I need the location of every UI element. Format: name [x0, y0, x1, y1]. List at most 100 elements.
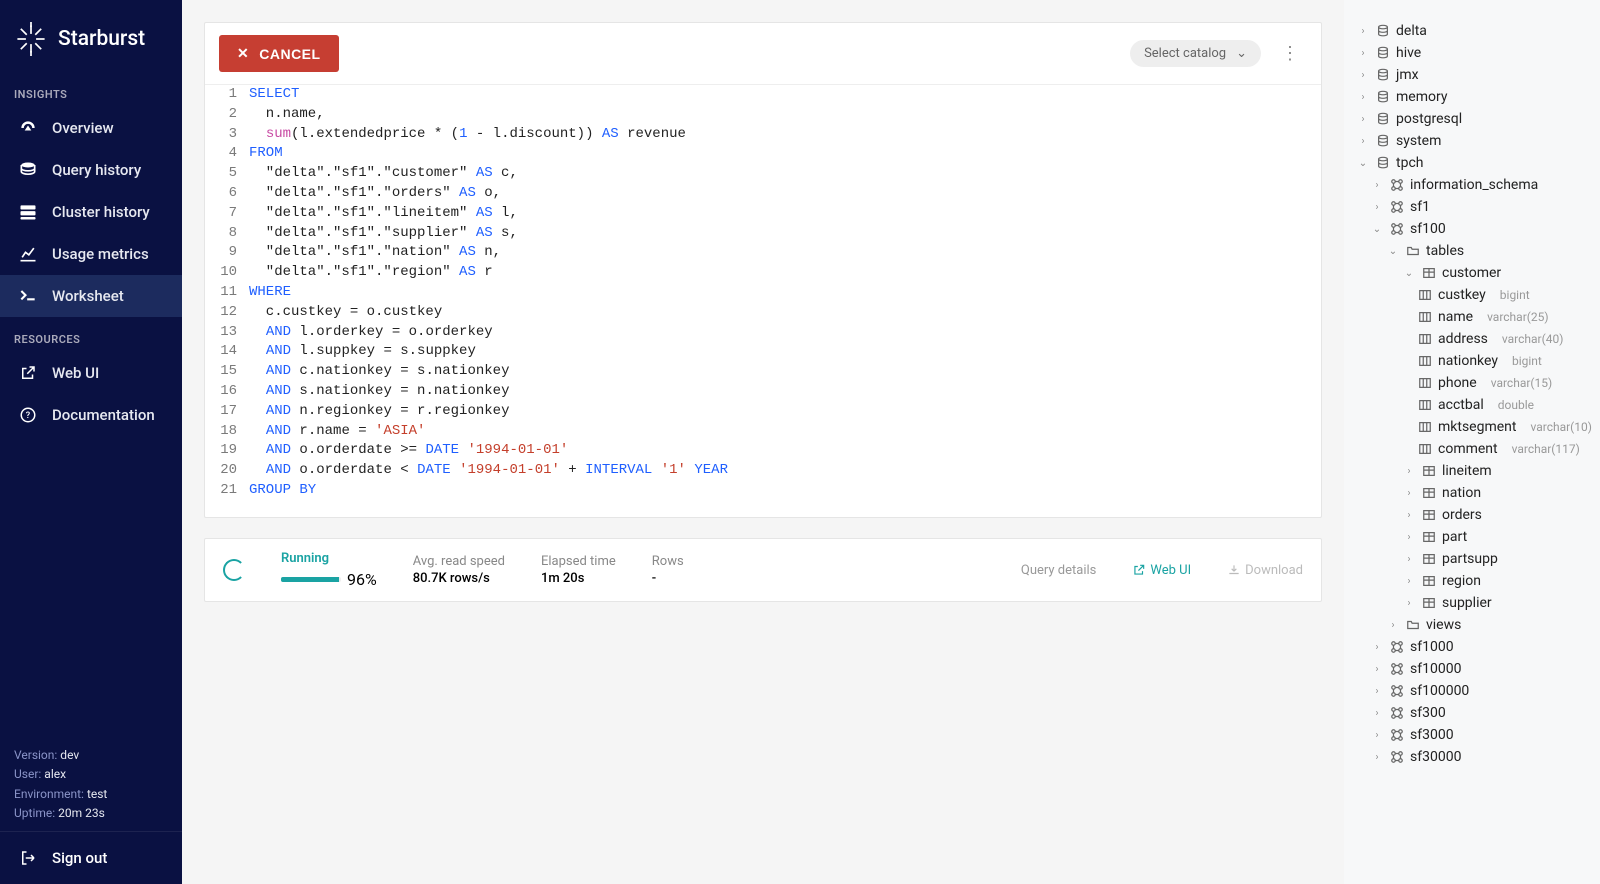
- chevron-right-icon: ›: [1370, 180, 1384, 191]
- tree-catalog-jmx[interactable]: ›jmx: [1354, 64, 1590, 86]
- progress-percent: 96%: [347, 570, 377, 589]
- nav-usage-metrics-label: Usage metrics: [52, 245, 149, 263]
- tree-catalog-postgresql[interactable]: ›postgresql: [1354, 108, 1590, 130]
- query-details-link: Query details: [1021, 563, 1096, 578]
- tree-catalog-memory[interactable]: ›memory: [1354, 86, 1590, 108]
- tree-schema-sf3000[interactable]: ›sf3000: [1354, 724, 1590, 746]
- tree-table-supplier[interactable]: ›supplier: [1354, 592, 1590, 614]
- cancel-button[interactable]: ✕ CANCEL: [219, 35, 339, 72]
- nav-cluster-history-label: Cluster history: [52, 203, 150, 221]
- more-menu-button[interactable]: ⋮: [1273, 39, 1307, 68]
- tree-column-mktsegment[interactable]: mktsegmentvarchar(10): [1354, 416, 1590, 438]
- chevron-right-icon: ›: [1370, 752, 1384, 763]
- terminal-icon: [18, 286, 38, 306]
- table-icon: [1422, 464, 1436, 478]
- column-icon: [1418, 376, 1432, 390]
- more-vertical-icon: ⋮: [1281, 43, 1299, 64]
- column-icon: [1418, 354, 1432, 368]
- tree-column-custkey[interactable]: custkeybigint: [1354, 284, 1590, 306]
- schema-icon: [1390, 640, 1404, 654]
- chevron-right-icon: ›: [1402, 598, 1416, 609]
- database-icon: [1376, 112, 1390, 126]
- user-label: User:: [14, 767, 41, 781]
- database-icon: [1376, 46, 1390, 60]
- main-content: ✕ CANCEL Select catalog ⌄ ⋮ 123456789101…: [182, 0, 1344, 884]
- tree-schema-sf10000[interactable]: ›sf10000: [1354, 658, 1590, 680]
- tree-table-lineitem[interactable]: ›lineitem: [1354, 460, 1590, 482]
- tree-table-partsupp[interactable]: ›partsupp: [1354, 548, 1590, 570]
- table-icon: [1422, 574, 1436, 588]
- tree-schema-sf300[interactable]: ›sf300: [1354, 702, 1590, 724]
- editor-panel: ✕ CANCEL Select catalog ⌄ ⋮ 123456789101…: [204, 22, 1322, 518]
- sidebar: Starburst INSIGHTS Overview Query histor…: [0, 0, 182, 884]
- tree-schema-sf1000[interactable]: ›sf1000: [1354, 636, 1590, 658]
- column-icon: [1418, 398, 1432, 412]
- nav-overview[interactable]: Overview: [0, 107, 182, 149]
- tree-folder-views[interactable]: ›views: [1354, 614, 1590, 636]
- rows-label: Rows: [652, 554, 684, 569]
- tree-folder-tables[interactable]: ⌄tables: [1354, 240, 1590, 262]
- tree-schema-information_schema[interactable]: ›information_schema: [1354, 174, 1590, 196]
- schema-icon: [1390, 178, 1404, 192]
- cancel-label: CANCEL: [259, 46, 320, 62]
- column-icon: [1418, 332, 1432, 346]
- chevron-right-icon: ›: [1356, 70, 1370, 81]
- nav-query-history-label: Query history: [52, 161, 141, 179]
- tree-schema-sf100[interactable]: ⌄sf100: [1354, 218, 1590, 240]
- nav-worksheet[interactable]: Worksheet: [0, 275, 182, 317]
- env-label: Environment:: [14, 787, 84, 801]
- tree-table-nation[interactable]: ›nation: [1354, 482, 1590, 504]
- read-speed-value: 80.7K rows/s: [413, 571, 505, 586]
- read-speed-label: Avg. read speed: [413, 554, 505, 569]
- uptime-value: 20m 23s: [58, 806, 105, 820]
- tree-column-address[interactable]: addressvarchar(40): [1354, 328, 1590, 350]
- tree-column-nationkey[interactable]: nationkeybigint: [1354, 350, 1590, 372]
- column-icon: [1418, 310, 1432, 324]
- tree-column-comment[interactable]: commentvarchar(117): [1354, 438, 1590, 460]
- nav-documentation[interactable]: ? Documentation: [0, 394, 182, 436]
- status-running: Running 96%: [281, 551, 377, 589]
- chevron-right-icon: ›: [1356, 92, 1370, 103]
- download-label: Download: [1245, 563, 1303, 578]
- tree-table-part[interactable]: ›part: [1354, 526, 1590, 548]
- tree-schema-sf1[interactable]: ›sf1: [1354, 196, 1590, 218]
- nav-cluster-history[interactable]: Cluster history: [0, 191, 182, 233]
- nav-usage-metrics[interactable]: Usage metrics: [0, 233, 182, 275]
- schema-icon: [1390, 750, 1404, 764]
- tree-table-orders[interactable]: ›orders: [1354, 504, 1590, 526]
- tree-schema-sf100000[interactable]: ›sf100000: [1354, 680, 1590, 702]
- code-body: SELECT n.name, sum(l.extendedprice * (1 …: [249, 85, 1321, 501]
- chevron-right-icon: ›: [1356, 26, 1370, 37]
- tree-catalog-hive[interactable]: ›hive: [1354, 42, 1590, 64]
- tree-catalog-delta[interactable]: ›delta: [1354, 20, 1590, 42]
- tree-table-customer[interactable]: ⌄customer: [1354, 262, 1590, 284]
- status-elapsed: Elapsed time 1m 20s: [541, 554, 616, 586]
- tree-catalog-system[interactable]: ›system: [1354, 130, 1590, 152]
- sign-out[interactable]: Sign out: [0, 831, 182, 884]
- tree-column-acctbal[interactable]: acctbaldouble: [1354, 394, 1590, 416]
- external-link-icon: [18, 363, 38, 383]
- schema-icon: [1390, 728, 1404, 742]
- nav-web-ui[interactable]: Web UI: [0, 352, 182, 394]
- code-editor[interactable]: 123456789101112131415161718192021 SELECT…: [205, 85, 1321, 517]
- tree-catalog-tpch[interactable]: ⌄tpch: [1354, 152, 1590, 174]
- running-label: Running: [281, 551, 377, 566]
- chevron-right-icon: ›: [1402, 466, 1416, 477]
- elapsed-value: 1m 20s: [541, 571, 616, 586]
- tree-column-name[interactable]: namevarchar(25): [1354, 306, 1590, 328]
- uptime-label: Uptime:: [14, 806, 55, 820]
- nav-query-history[interactable]: Query history: [0, 149, 182, 191]
- section-resources: RESOURCES: [0, 327, 182, 352]
- tree-table-region[interactable]: ›region: [1354, 570, 1590, 592]
- folder-icon: [1406, 244, 1420, 258]
- chevron-down-icon: ⌄: [1356, 158, 1370, 169]
- catalog-dropdown[interactable]: Select catalog ⌄: [1130, 40, 1261, 67]
- editor-toolbar: ✕ CANCEL Select catalog ⌄ ⋮: [205, 23, 1321, 85]
- database-icon: [1376, 68, 1390, 82]
- stack-icon: [18, 160, 38, 180]
- svg-text:?: ?: [26, 411, 31, 421]
- column-icon: [1418, 420, 1432, 434]
- tree-schema-sf30000[interactable]: ›sf30000: [1354, 746, 1590, 768]
- tree-column-phone[interactable]: phonevarchar(15): [1354, 372, 1590, 394]
- web-ui-link[interactable]: Web UI: [1132, 563, 1191, 578]
